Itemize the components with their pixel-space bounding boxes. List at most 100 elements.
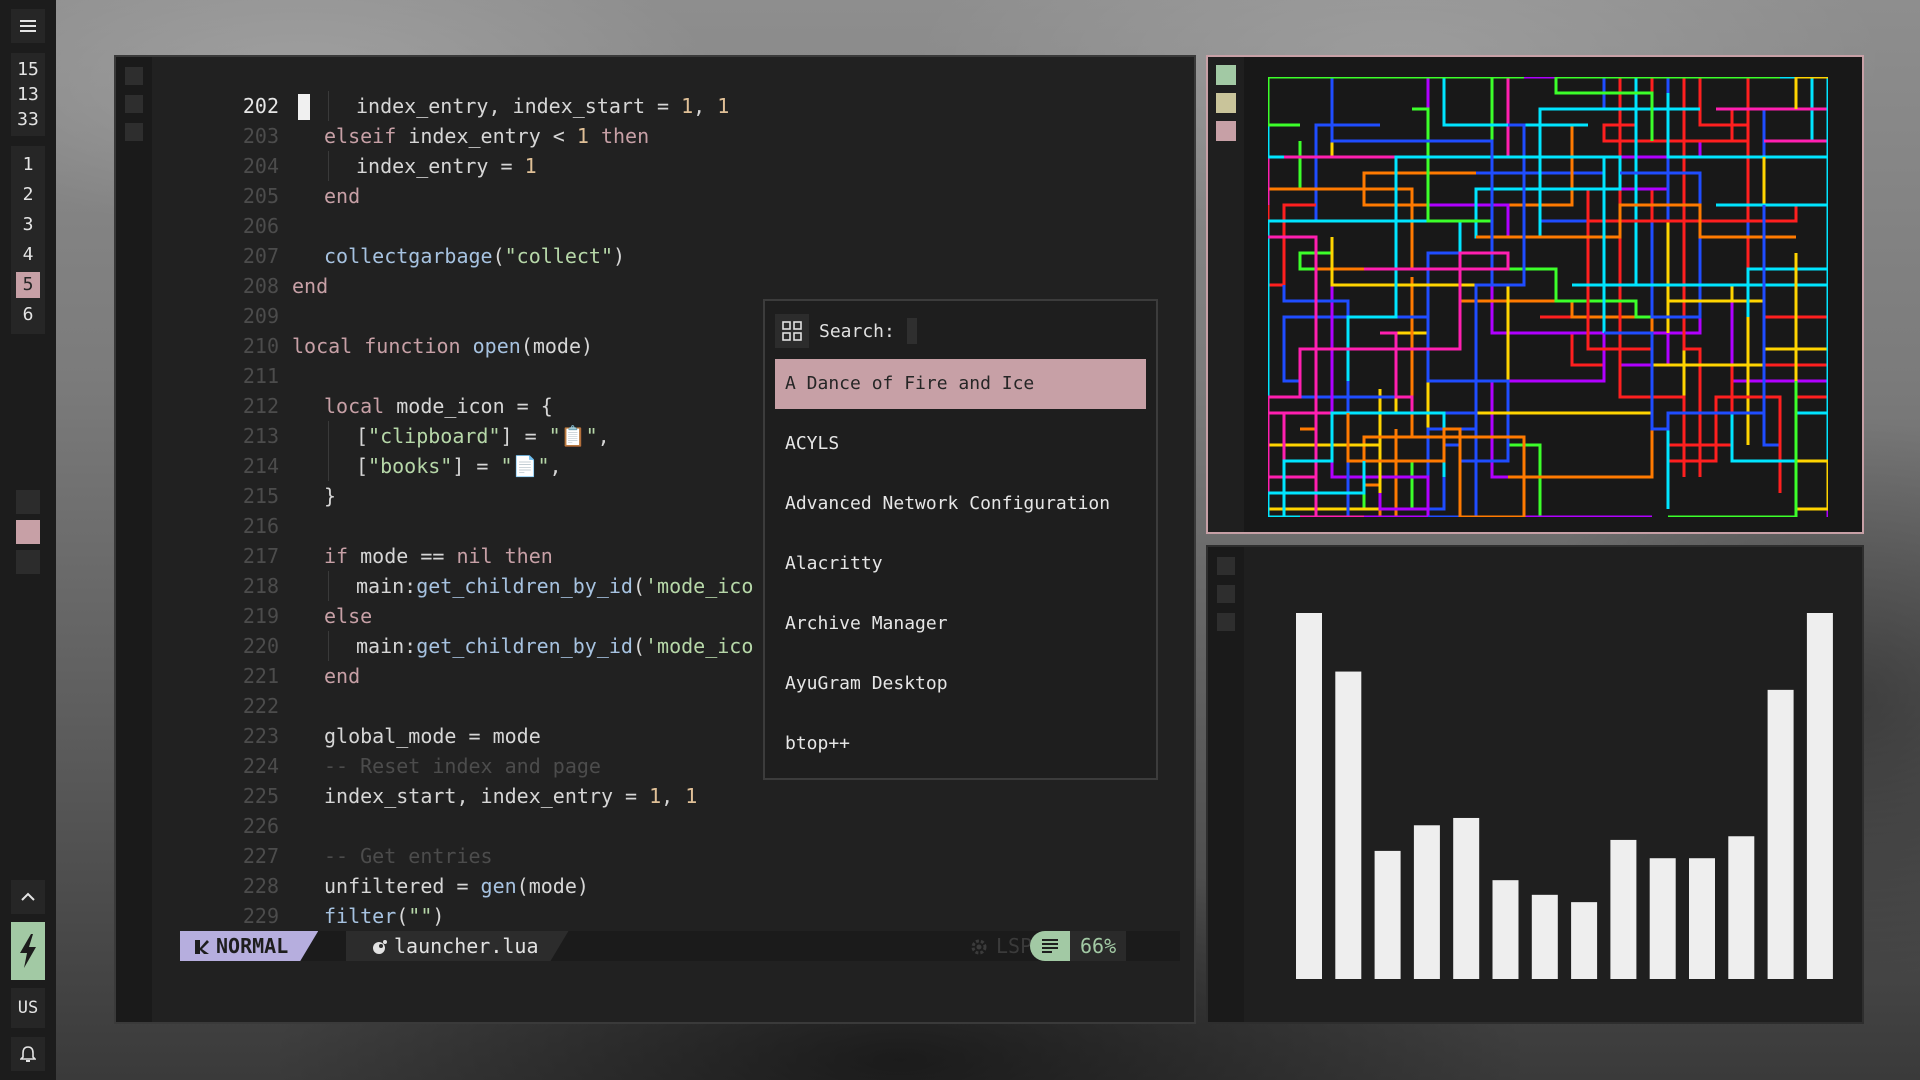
- vim-icon: [194, 939, 210, 955]
- visualizer-bar: [1610, 839, 1637, 979]
- pipes-canvas: [1268, 77, 1828, 517]
- visualizer-bar: [1374, 850, 1401, 979]
- launcher-item[interactable]: Advanced Network Configuration: [775, 479, 1146, 529]
- line-number: 203: [242, 124, 279, 148]
- notifications-button[interactable]: [11, 1037, 45, 1071]
- power-button[interactable]: [11, 922, 45, 980]
- indent-guide: [328, 631, 329, 661]
- launcher-search[interactable]: Search:: [775, 311, 1146, 351]
- code-line[interactable]: 227 -- Get entries: [152, 841, 1194, 871]
- line-number: 214: [242, 454, 279, 478]
- code-line[interactable]: 207 collectgarbage("collect"): [152, 241, 1194, 271]
- pipe-segment: [1412, 77, 1494, 223]
- tag-6[interactable]: 6: [16, 302, 40, 328]
- line-number: 217: [242, 544, 279, 568]
- pipes-screensaver-window[interactable]: [1206, 55, 1864, 534]
- side-panel: 15 13 33 1 2 3 4 5 6 US: [0, 0, 56, 1080]
- progress-indicator: 66%: [1030, 931, 1127, 961]
- task-indicator[interactable]: [16, 550, 40, 574]
- code-line[interactable]: 225 index_start, index_entry = 1, 1: [152, 781, 1194, 811]
- task-indicator-active[interactable]: [16, 520, 40, 544]
- pipe-segment: [1428, 123, 1526, 517]
- task-indicator[interactable]: [16, 490, 40, 514]
- line-number: 210: [242, 334, 279, 358]
- code-text: elseif index_entry < 1 then: [324, 124, 650, 148]
- close-button[interactable]: [125, 67, 143, 85]
- line-number: 225: [242, 784, 279, 808]
- launcher-item[interactable]: ACYLS: [775, 419, 1146, 469]
- filename: launcher.lua: [394, 934, 539, 958]
- minimize-button[interactable]: [1216, 121, 1236, 141]
- code-text: collectgarbage("collect"): [324, 244, 626, 268]
- search-label: Search:: [819, 320, 895, 342]
- code-line[interactable]: 228 unfiltered = gen(mode): [152, 871, 1194, 901]
- line-number: 208: [242, 274, 279, 298]
- code-text: index_entry, index_start = 1, 1: [356, 94, 730, 118]
- file-indicator: launcher.lua: [346, 931, 569, 961]
- visualizer-bar: [1767, 689, 1794, 979]
- pipe-segment: [1506, 77, 1686, 477]
- pipe-segment: [1796, 77, 1828, 415]
- launcher-item[interactable]: btop++: [775, 719, 1146, 769]
- code-line[interactable]: 226: [152, 811, 1194, 841]
- code-text: -- Reset index and page: [324, 754, 601, 778]
- code-line[interactable]: 206: [152, 211, 1194, 241]
- tag-4[interactable]: 4: [16, 242, 40, 268]
- tray-toggle-button[interactable]: [11, 880, 45, 914]
- line-number: 205: [242, 184, 279, 208]
- close-button[interactable]: [1217, 557, 1235, 575]
- file-percent: 66%: [1070, 931, 1127, 961]
- mode-indicator: NORMAL: [180, 931, 318, 961]
- code-text: index_entry = 1: [356, 154, 537, 178]
- launcher-item[interactable]: Archive Manager: [775, 599, 1146, 649]
- launcher-item[interactable]: Alacritty: [775, 539, 1146, 589]
- tag-3[interactable]: 3: [16, 212, 40, 238]
- clock-minute: 13: [17, 84, 39, 105]
- code-line[interactable]: 205 end: [152, 181, 1194, 211]
- visualizer-bar: [1531, 894, 1558, 979]
- pipe-segment: [1378, 493, 1652, 517]
- indent-guide: [328, 451, 329, 481]
- maximize-button[interactable]: [1216, 93, 1236, 113]
- launcher-list: A Dance of Fire and Ice ACYLS Advanced N…: [775, 359, 1146, 779]
- pipe-segment: [1492, 443, 1572, 517]
- window-titlebar[interactable]: [116, 57, 152, 1022]
- tag-2[interactable]: 2: [16, 182, 40, 208]
- launcher-item[interactable]: AyuGram Desktop: [775, 659, 1146, 709]
- pipe-segment: [1746, 109, 1828, 287]
- code-line[interactable]: 208 end: [152, 271, 1194, 301]
- maximize-button[interactable]: [125, 95, 143, 113]
- visualizer-bar: [1413, 825, 1440, 979]
- tag-5[interactable]: 5: [16, 272, 40, 298]
- code-line[interactable]: 204 index_entry = 1: [152, 151, 1194, 181]
- line-number: 212: [242, 394, 279, 418]
- minimize-button[interactable]: [1217, 613, 1235, 631]
- menu-icon: [20, 20, 36, 32]
- indent-guide: [328, 571, 329, 601]
- keyboard-layout[interactable]: US: [11, 988, 45, 1028]
- code-text: ["clipboard"] = "📋",: [356, 424, 610, 448]
- indent-guide: [328, 151, 329, 181]
- visualizer-bar: [1689, 858, 1715, 979]
- tag-1[interactable]: 1: [16, 152, 40, 178]
- menu-button[interactable]: [11, 9, 45, 43]
- code-line[interactable]: 202 index_entry, index_start = 1, 1: [152, 91, 1194, 121]
- audio-visualizer-window[interactable]: [1206, 545, 1864, 1024]
- line-number: 224: [242, 754, 279, 778]
- window-titlebar[interactable]: [1208, 57, 1244, 532]
- app-launcher[interactable]: Search: A Dance of Fire and Ice ACYLS Ad…: [763, 299, 1158, 780]
- line-number: 211: [242, 364, 279, 388]
- line-number: 221: [242, 664, 279, 688]
- visualizer-bar: [1806, 613, 1833, 979]
- close-button[interactable]: [1216, 65, 1236, 85]
- launcher-item[interactable]: A Dance of Fire and Ice: [775, 359, 1146, 409]
- code-line[interactable]: 203 elseif index_entry < 1 then: [152, 121, 1194, 151]
- clock: 15 13 33: [11, 53, 45, 136]
- window-titlebar[interactable]: [1208, 547, 1244, 1022]
- code-line[interactable]: 229 filter(""): [152, 901, 1194, 931]
- minimize-button[interactable]: [125, 123, 143, 141]
- line-number: 213: [242, 424, 279, 448]
- pipe-segment: [1348, 331, 1430, 517]
- maximize-button[interactable]: [1217, 585, 1235, 603]
- pipe-segment: [1650, 77, 1702, 477]
